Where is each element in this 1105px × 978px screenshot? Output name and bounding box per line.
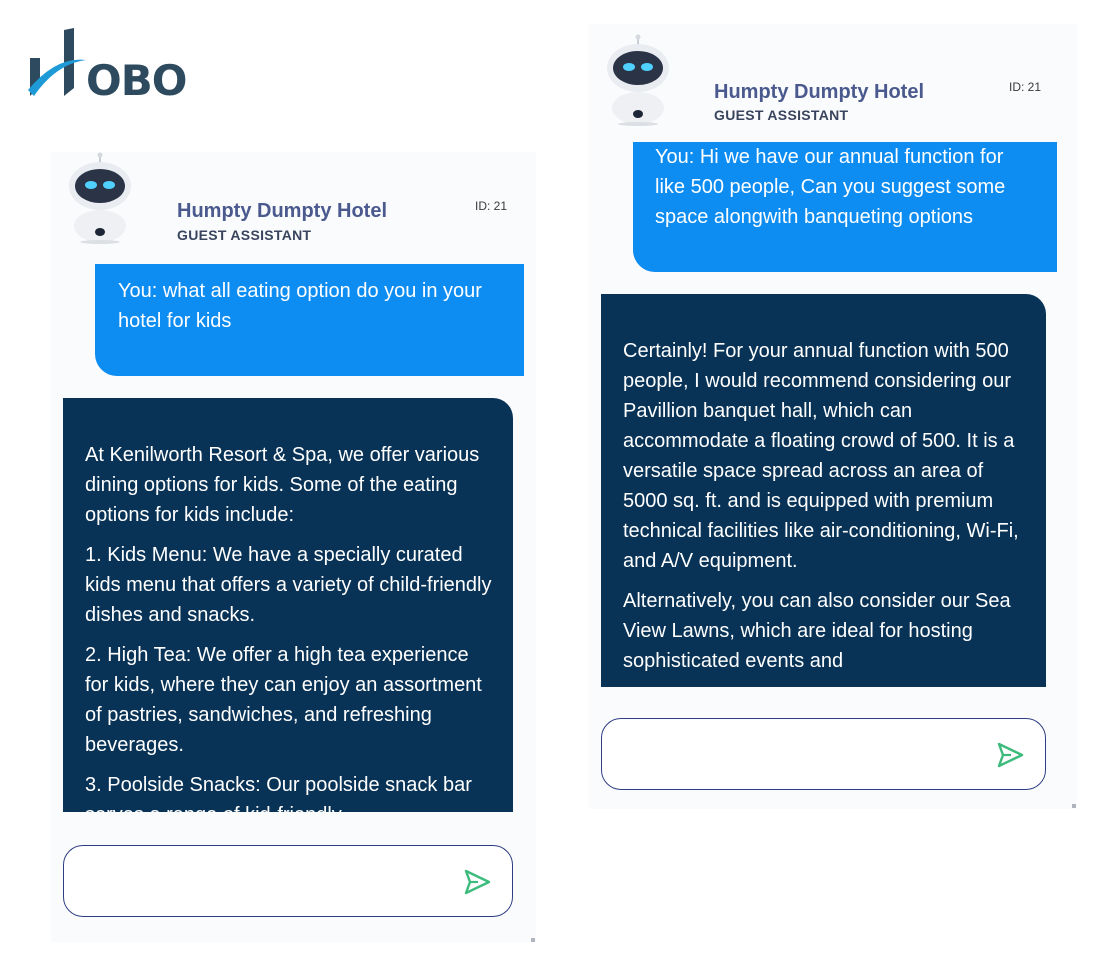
user-message-text: You: what all eating option do you in yo… (118, 280, 482, 332)
bot-message-paragraph: Certainly! For your annual function with… (623, 340, 1019, 572)
message-input-box[interactable] (601, 718, 1046, 790)
chat-id-label: ID: 21 (475, 199, 508, 213)
hobo-logo: OBO (26, 26, 196, 105)
message-list[interactable]: You: what all eating option do you in yo… (51, 264, 536, 812)
bot-message-paragraph: 2. High Tea: We offer a high tea experie… (85, 644, 482, 756)
chat-header: Humpty Dumpty Hotel GUEST ASSISTANT ID: … (51, 152, 536, 262)
chat-header: Humpty Dumpty Hotel GUEST ASSISTANT ID: … (589, 24, 1077, 134)
send-arrow-icon[interactable] (995, 741, 1025, 769)
robot-avatar-icon (607, 34, 669, 126)
assistant-label: GUEST ASSISTANT (714, 107, 849, 123)
bot-message-bubble: At Kenilworth Resort & Spa, we offer var… (63, 398, 513, 812)
chat-id-label: ID: 21 (1009, 80, 1042, 94)
message-input[interactable] (82, 862, 442, 900)
robot-avatar-icon (69, 152, 131, 244)
resize-handle[interactable] (1072, 804, 1076, 808)
send-arrow-icon[interactable] (462, 868, 492, 896)
logo-wordmark: OBO (86, 56, 187, 105)
chat-widget-right: Humpty Dumpty Hotel GUEST ASSISTANT ID: … (589, 24, 1077, 809)
message-list[interactable]: You: Hi we have our annual function for … (589, 142, 1077, 687)
hotel-name: Humpty Dumpty Hotel (177, 200, 387, 222)
message-input[interactable] (620, 735, 980, 773)
bot-message-paragraph: 3. Poolside Snacks: Our poolside snack b… (85, 774, 472, 812)
chat-widget-left: Humpty Dumpty Hotel GUEST ASSISTANT ID: … (51, 152, 536, 942)
user-message-bubble: You: what all eating option do you in yo… (95, 264, 524, 376)
hotel-name: Humpty Dumpty Hotel (714, 81, 924, 103)
bot-message-paragraph: Alternatively, you can also consider our… (623, 590, 1011, 672)
message-input-box[interactable] (63, 845, 513, 917)
assistant-label: GUEST ASSISTANT (177, 227, 312, 243)
bot-message-bubble: Certainly! For your annual function with… (601, 294, 1046, 687)
user-message-bubble: You: Hi we have our annual function for … (633, 142, 1057, 272)
bot-message-paragraph: At Kenilworth Resort & Spa, we offer var… (85, 444, 480, 526)
bot-message-paragraph: 1. Kids Menu: We have a specially curate… (85, 544, 492, 626)
resize-handle[interactable] (531, 938, 535, 942)
user-message-text: You: Hi we have our annual function for … (655, 146, 1006, 228)
